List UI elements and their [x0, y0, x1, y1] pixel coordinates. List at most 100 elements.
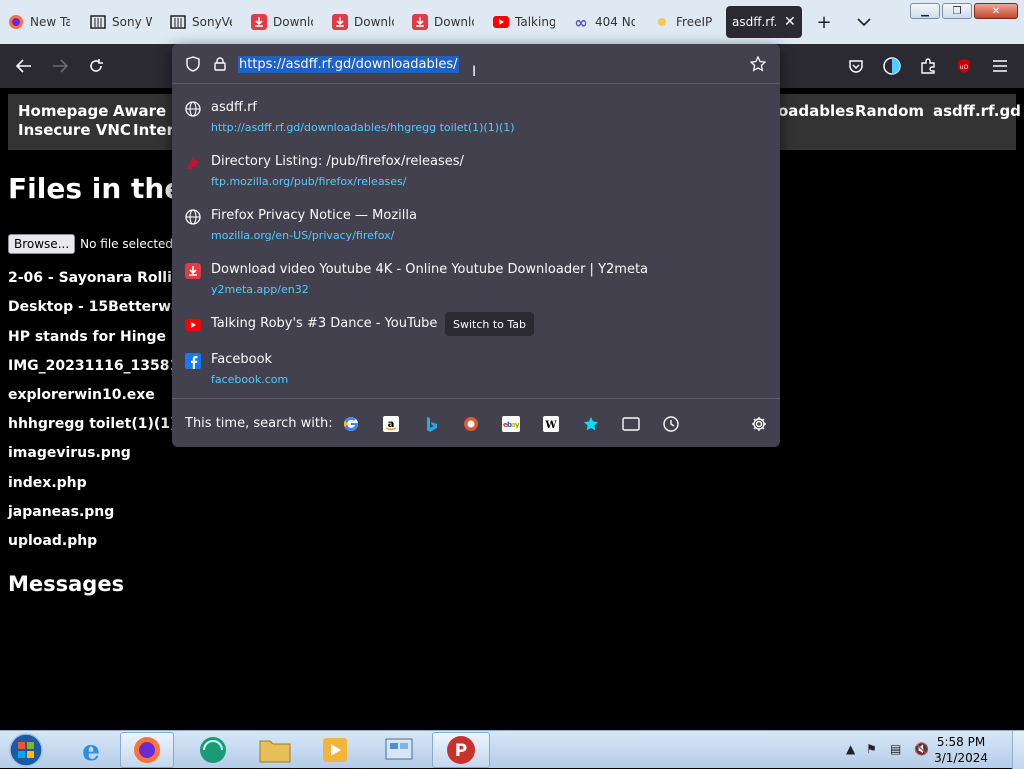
tab-freeip[interactable]: FreeIP [654, 6, 716, 38]
show-desktop-button[interactable] [1012, 731, 1024, 769]
puzzle-icon [921, 58, 935, 74]
taskbar-internet-explorer[interactable]: e [64, 732, 118, 768]
tab-new-tab[interactable]: New Tab [8, 6, 70, 38]
file-link[interactable]: IMG_20231116_135812.j [8, 358, 199, 374]
volume-muted-icon[interactable]: 🔇 [914, 742, 929, 756]
tab-404[interactable]: ∞ 404 No [573, 6, 635, 38]
youtube-icon [493, 14, 509, 30]
suggestion-row[interactable]: Directory Listing: /pub/firefox/releases… [172, 148, 780, 200]
file-link[interactable]: 2-06 - Sayonara Rolling [8, 270, 192, 286]
back-button[interactable] [12, 54, 36, 78]
network-icon[interactable]: ▤ [890, 742, 901, 756]
app-menu-button[interactable] [988, 54, 1012, 78]
google-icon[interactable] [342, 415, 360, 433]
suggestion-row[interactable]: Facebook facebook.com [172, 346, 780, 398]
taskbar-file-explorer[interactable] [248, 732, 302, 768]
tab-title: New Tab [30, 15, 70, 29]
taskbar-app-green[interactable] [186, 732, 240, 768]
suggestion-title: Facebook [211, 352, 273, 367]
suggestion-title: Directory Listing: /pub/firefox/releases… [211, 154, 464, 169]
site-nav-downloadables[interactable]: oadables [778, 102, 854, 120]
download-red-icon [412, 14, 428, 30]
file-link[interactable]: HP stands for Hinge Pr [8, 329, 188, 345]
suggestion-url: y2meta.app/en32 [211, 283, 309, 296]
wikipedia-icon[interactable]: W [542, 415, 560, 433]
site-nav-homepage[interactable]: Homepage [18, 102, 108, 120]
reload-button[interactable] [84, 54, 108, 78]
switch-to-tab-badge[interactable]: Switch to Tab [445, 312, 535, 336]
taskbar-media-player[interactable] [308, 732, 362, 768]
internet-explorer-icon: e [82, 733, 100, 767]
one-off-search-bar: This time, search with: a ebay W [172, 398, 780, 447]
site-nav-home-domain[interactable]: asdff.rf.gd [933, 102, 1021, 120]
suggestion-row[interactable]: Download video Youtube 4K - Online Youtu… [172, 256, 780, 308]
site-nav-insecure-vnc[interactable]: Insecure VNC [18, 121, 131, 139]
tab-talking[interactable]: Talking [493, 6, 555, 38]
browse-button[interactable]: Browse... [8, 234, 76, 254]
suggestion-title: Download video Youtube 4K - Online Youtu… [211, 262, 649, 277]
suggestion-title: asdff.rf [211, 100, 258, 115]
suggestion-row[interactable]: asdff.rf http://asdff.rf.gd/downloadable… [172, 94, 780, 146]
history-icon[interactable] [662, 415, 680, 433]
close-window-button[interactable]: ✕ [974, 3, 1018, 19]
svg-text:a: a [388, 419, 395, 430]
media-player-icon [323, 738, 347, 762]
extensions-button[interactable] [916, 54, 940, 78]
taskbar-psiphon[interactable]: P [432, 732, 490, 768]
file-link[interactable]: japaneas.png [8, 504, 114, 520]
bookmarks-star-icon[interactable] [582, 415, 600, 433]
file-link[interactable]: hhhgregg toilet(1)(1)(1) [8, 416, 199, 432]
duckduckgo-icon[interactable] [462, 415, 480, 433]
file-link[interactable]: upload.php [8, 533, 97, 549]
folder-icon [259, 740, 291, 763]
url-input[interactable]: https://asdff.rf.gd/downloadables/ [238, 56, 459, 73]
tabs-icon[interactable] [622, 415, 640, 433]
tab-download-2[interactable]: Downlo [332, 6, 394, 38]
minimize-button[interactable]: ▁ [910, 3, 940, 19]
file-link[interactable]: imagevirus.png [8, 445, 131, 461]
amazon-icon[interactable]: a [382, 415, 400, 433]
bookmark-star-icon[interactable] [748, 54, 768, 74]
action-center-flag-icon[interactable]: ⚑ [866, 742, 877, 756]
tab-asdff-active[interactable]: asdff.rf.g ✕ [726, 6, 802, 38]
ublock-button[interactable]: uO [952, 54, 976, 78]
tab-sonyve[interactable]: SonyVe [170, 6, 232, 38]
suggestion-url: mozilla.org/en-US/privacy/firefox/ [211, 229, 395, 242]
download-red-icon [184, 262, 202, 280]
close-tab-icon[interactable]: ✕ [784, 14, 796, 30]
suggestion-url: ftp.mozilla.org/pub/firefox/releases/ [211, 175, 407, 188]
search-settings-gear-icon[interactable] [750, 415, 768, 433]
tab-title: asdff.rf.g [732, 15, 776, 29]
messages-heading: Messages [8, 572, 125, 596]
tab-download-1[interactable]: Downlo [251, 6, 313, 38]
tab-sony-w[interactable]: Sony W [90, 6, 152, 38]
green-sphere-app-icon [200, 737, 226, 763]
taskbar-firefox[interactable] [120, 732, 174, 768]
suggestion-row[interactable]: Firefox Privacy Notice — Mozilla mozilla… [172, 202, 780, 254]
taskbar-control-panel[interactable] [370, 732, 428, 768]
firefox-icon [8, 14, 24, 30]
site-nav-random[interactable]: Random [855, 102, 924, 120]
show-hidden-icons-icon[interactable]: ▲ [846, 742, 855, 756]
tracking-protection-shield-icon[interactable] [183, 54, 203, 74]
tab-title: 404 No [595, 15, 635, 29]
list-all-tabs-button[interactable] [852, 10, 876, 34]
urlbar-dropdown: https://asdff.rf.gd/downloadables/ I asd… [172, 44, 780, 447]
pocket-button[interactable] [844, 54, 868, 78]
tab-download-3[interactable]: Downlo [412, 6, 474, 38]
ebay-icon[interactable]: ebay [502, 415, 520, 433]
minimize-icon: ▁ [921, 5, 929, 17]
upload-form: Browse... No file selected. [8, 234, 177, 254]
account-button[interactable] [880, 54, 904, 78]
file-link[interactable]: explorerwin10.exe [8, 387, 155, 403]
system-clock[interactable]: 5:58 PM 3/1/2024 [934, 734, 988, 766]
lock-icon[interactable] [210, 54, 230, 74]
hamburger-menu-icon [993, 60, 1007, 72]
file-link[interactable]: index.php [8, 475, 87, 491]
new-tab-button[interactable]: + [812, 10, 836, 34]
bing-icon[interactable] [422, 415, 440, 433]
restore-button[interactable]: ❐ [942, 3, 972, 19]
forward-button[interactable] [48, 54, 72, 78]
clock-date: 3/1/2024 [934, 751, 988, 765]
start-button[interactable] [0, 732, 52, 768]
